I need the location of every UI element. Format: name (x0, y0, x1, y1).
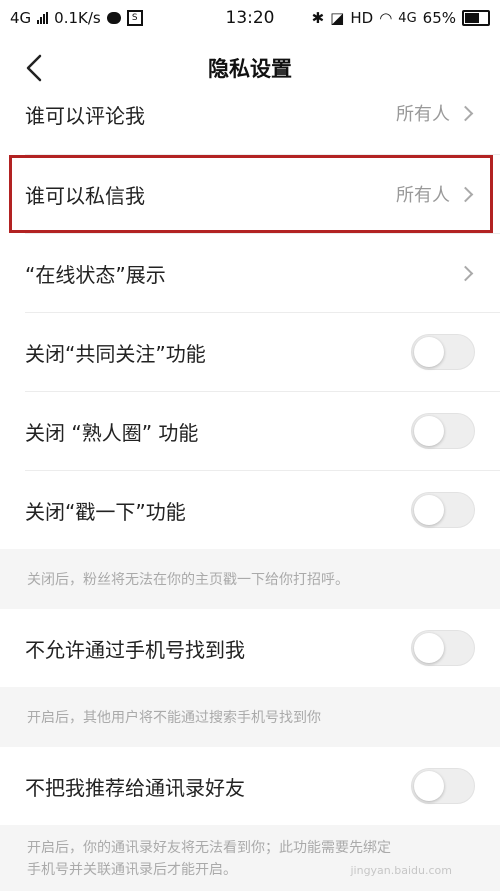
setting-row-acquaintance-circle: 关闭 “熟人圈” 功能 (0, 392, 500, 470)
back-arrow-icon (26, 54, 42, 82)
network-type-right: 4G (398, 10, 417, 26)
hd-label: HD (350, 9, 374, 27)
acquaintance-circle-toggle[interactable] (411, 413, 475, 449)
setting-value: 所有人 (396, 100, 475, 126)
contacts-recommend-toggle[interactable] (411, 768, 475, 804)
toggle-knob (414, 633, 444, 663)
mutual-follow-toggle[interactable] (411, 334, 475, 370)
mute-icon: ◪ (330, 9, 345, 27)
chevron-right-icon (457, 105, 474, 121)
setting-label: 关闭“共同关注”功能 (25, 341, 206, 366)
setting-value (457, 265, 475, 281)
status-right: ✱ ◪ HD ◠ 4G 65% (312, 9, 490, 27)
contacts-hint-line1: 开启后，你的通讯录好友将无法看到你；此功能需要先绑定 (27, 840, 391, 856)
setting-row-online-status[interactable]: “在线状态”展示 (0, 234, 500, 312)
setting-value: 所有人 (396, 181, 475, 207)
setting-row-contacts-recommend: 不把我推荐给通讯录好友 (0, 747, 500, 825)
chevron-right-icon (457, 265, 474, 281)
status-left: 4G 0.1K/s S (10, 9, 143, 27)
setting-row-poke: 关闭“戳一下”功能 (0, 471, 500, 549)
page-title: 隐私设置 (208, 57, 292, 81)
poke-toggle[interactable] (411, 492, 475, 528)
poke-hint: 关闭后，粉丝将无法在你的主页戳一下给你打招呼。 (0, 549, 500, 609)
bluetooth-icon: ✱ (311, 9, 325, 27)
back-button[interactable] (18, 52, 50, 84)
signal-icon (37, 12, 49, 24)
contacts-hint-line2: 手机号并关联通讯录后才能开启。 (27, 862, 237, 878)
toggle-knob (414, 416, 444, 446)
setting-label: 谁可以私信我 (25, 183, 145, 208)
setting-value-text: 所有人 (396, 185, 450, 206)
setting-label: 不允许通过手机号找到我 (25, 637, 245, 662)
setting-label: 谁可以评论我 (25, 104, 145, 128)
watermark: jingyan.baidu.com (350, 864, 452, 877)
setting-row-who-can-comment[interactable]: 谁可以评论我 所有人 (0, 100, 500, 138)
wifi-icon: ◠ (379, 9, 393, 27)
setting-label: “在线状态”展示 (25, 262, 166, 287)
toggle-knob (414, 337, 444, 367)
battery-text: 65% (422, 9, 456, 27)
setting-label: 关闭“戳一下”功能 (25, 499, 186, 524)
network-type-left: 4G (10, 9, 32, 27)
network-speed: 0.1K/s (54, 9, 101, 27)
setting-label: 不把我推荐给通讯录好友 (25, 775, 245, 800)
setting-value-text: 所有人 (396, 104, 450, 125)
battery-icon (462, 10, 490, 26)
status-bar: 4G 0.1K/s S 13:20 ✱ ◪ HD ◠ 4G 65% (0, 0, 500, 36)
notification-icon: S (126, 10, 143, 26)
nav-bar: 隐私设置 (0, 36, 500, 100)
chevron-right-icon (457, 186, 474, 202)
phone-search-toggle[interactable] (411, 630, 475, 666)
setting-row-mutual-follow: 关闭“共同关注”功能 (0, 313, 500, 391)
setting-label: 关闭 “熟人圈” 功能 (25, 420, 199, 445)
message-icon (106, 12, 121, 24)
setting-row-who-can-message[interactable]: 谁可以私信我 所有人 (0, 155, 500, 233)
setting-row-phone-search: 不允许通过手机号找到我 (0, 609, 500, 687)
toggle-knob (414, 495, 444, 525)
phone-search-hint: 开启后，其他用户将不能通过搜索手机号找到你 (0, 687, 500, 747)
toggle-knob (414, 771, 444, 801)
contacts-hint: 开启后，你的通讯录好友将无法看到你；此功能需要先绑定 手机号并关联通讯录后才能开… (0, 825, 500, 891)
